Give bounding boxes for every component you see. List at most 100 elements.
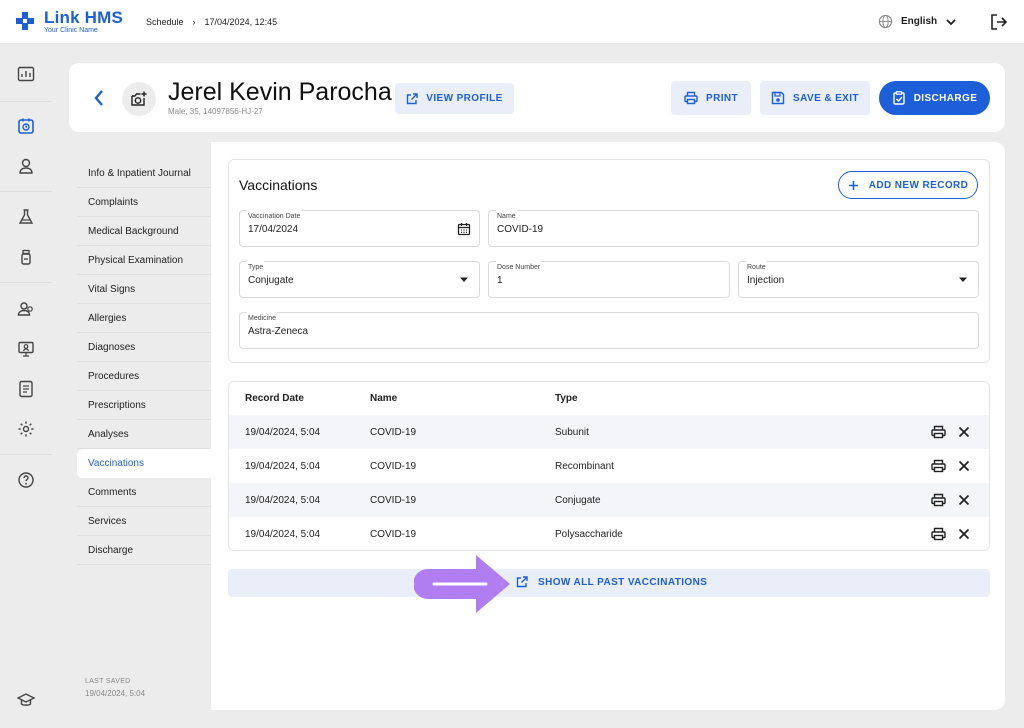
calendar-clock-icon bbox=[18, 118, 34, 134]
sidebar-item[interactable]: Info & Inpatient Journal bbox=[77, 159, 211, 188]
flask-icon bbox=[18, 209, 34, 224]
add-new-record-button[interactable]: ADD NEW RECORD bbox=[838, 171, 978, 199]
graduation-cap-icon bbox=[17, 693, 35, 706]
table-row[interactable]: 19/04/2024, 5:04 COVID-19 Subunit bbox=[229, 415, 989, 449]
rail-dashboard[interactable] bbox=[0, 59, 52, 89]
vaccination-date-field[interactable]: Vaccination Date 17/04/2024 bbox=[239, 210, 480, 247]
vaccination-date-value: 17/04/2024 bbox=[248, 224, 299, 235]
chevron-down-icon bbox=[946, 18, 956, 25]
rail-laboratory[interactable] bbox=[0, 202, 52, 232]
record-date-cell: 19/04/2024, 5:04 bbox=[245, 495, 321, 506]
type-select[interactable]: Type Conjugate bbox=[239, 261, 480, 298]
save-exit-button[interactable]: SAVE & EXIT bbox=[760, 81, 870, 115]
header-type[interactable]: Type bbox=[555, 393, 578, 404]
logout-icon[interactable] bbox=[990, 13, 1008, 31]
sidebar-item[interactable]: Diagnoses bbox=[77, 333, 211, 362]
medicine-label: Medicine bbox=[247, 312, 278, 322]
table-row[interactable]: 19/04/2024, 5:04 COVID-19 Recombinant bbox=[229, 449, 989, 483]
sidebar-item[interactable]: Allergies bbox=[77, 304, 211, 333]
delete-row-icon[interactable] bbox=[956, 526, 972, 542]
rail-reports[interactable] bbox=[0, 374, 52, 404]
logo-icon bbox=[16, 12, 34, 30]
sidebar-item[interactable]: Prescriptions bbox=[77, 391, 211, 420]
rail-pharmacy[interactable] bbox=[0, 242, 52, 272]
medicine-field[interactable]: Medicine Astra-Zeneca bbox=[239, 312, 979, 349]
section-title: Vaccinations bbox=[239, 177, 318, 193]
name-cell: COVID-19 bbox=[370, 461, 417, 472]
language-selector[interactable]: English bbox=[878, 14, 957, 29]
dashboard-icon bbox=[17, 66, 35, 82]
show-past-vaccinations-link[interactable]: SHOW ALL PAST VACCINATIONS bbox=[516, 576, 707, 588]
sidebar-item[interactable]: Vital Signs bbox=[77, 275, 211, 304]
user-icon bbox=[19, 158, 33, 174]
name-cell: COVID-19 bbox=[370, 427, 417, 438]
type-value: Conjugate bbox=[248, 275, 294, 286]
print-row-icon[interactable] bbox=[930, 492, 946, 508]
globe-icon bbox=[878, 14, 893, 29]
monitor-user-icon bbox=[18, 341, 34, 357]
show-past-vaccinations-label: SHOW ALL PAST VACCINATIONS bbox=[538, 576, 708, 588]
name-cell: COVID-19 bbox=[370, 529, 417, 540]
patient-name: Jerel Kevin Parocha bbox=[168, 78, 392, 106]
dose-number-value: 1 bbox=[497, 275, 503, 286]
view-profile-button[interactable]: VIEW PROFILE bbox=[395, 83, 514, 114]
sidebar-item[interactable]: Discharge bbox=[77, 536, 211, 565]
breadcrumb-schedule[interactable]: Schedule bbox=[146, 17, 184, 27]
name-value: COVID-19 bbox=[497, 224, 544, 235]
header-name[interactable]: Name bbox=[370, 393, 397, 404]
sidebar-item[interactable]: Medical Background bbox=[77, 217, 211, 246]
external-link-icon bbox=[516, 576, 528, 588]
sidebar-item[interactable]: Procedures bbox=[77, 362, 211, 391]
external-link-icon bbox=[407, 92, 418, 104]
app-logo[interactable]: Link HMS Your Clinic Name bbox=[16, 9, 123, 35]
calendar-icon[interactable] bbox=[457, 222, 471, 236]
sidebar-item[interactable]: Analyses bbox=[77, 420, 211, 449]
delete-row-icon[interactable] bbox=[956, 458, 972, 474]
route-label: Route bbox=[746, 261, 767, 271]
back-arrow-icon[interactable] bbox=[90, 88, 108, 108]
patient-photo[interactable] bbox=[122, 82, 156, 116]
table-row[interactable]: 19/04/2024, 5:04 COVID-19 Conjugate bbox=[229, 483, 989, 517]
sidebar-item[interactable]: Vaccinations bbox=[77, 449, 211, 478]
sidebar-item[interactable]: Physical Examination bbox=[77, 246, 211, 275]
dropdown-arrow-icon bbox=[457, 273, 471, 287]
save-exit-label: SAVE & EXIT bbox=[793, 92, 859, 104]
document-icon bbox=[19, 380, 33, 398]
help-icon bbox=[18, 472, 34, 488]
print-button[interactable]: PRINT bbox=[671, 81, 751, 115]
breadcrumb-separator: › bbox=[192, 17, 196, 27]
add-new-record-label: ADD NEW RECORD bbox=[868, 179, 969, 191]
discharge-button[interactable]: DISCHARGE bbox=[879, 81, 990, 115]
delete-row-icon[interactable] bbox=[956, 424, 972, 440]
rail-divider bbox=[0, 191, 52, 192]
sidebar-item[interactable]: Services bbox=[77, 507, 211, 536]
rail-education[interactable] bbox=[0, 685, 52, 715]
print-row-icon[interactable] bbox=[930, 458, 946, 474]
sidebar-item[interactable]: Complaints bbox=[77, 188, 211, 217]
print-row-icon[interactable] bbox=[930, 526, 946, 542]
patient-meta: Male, 35, 14097856-HJ-27 bbox=[168, 107, 263, 116]
rail-telemedicine[interactable] bbox=[0, 334, 52, 364]
delete-row-icon[interactable] bbox=[956, 492, 972, 508]
pointer-arrow-icon bbox=[414, 555, 510, 613]
type-cell: Subunit bbox=[555, 427, 589, 438]
rail-settings[interactable] bbox=[0, 414, 52, 444]
last-saved-label: LAST SAVED bbox=[85, 678, 131, 685]
table-row[interactable]: 19/04/2024, 5:04 COVID-19 Polysaccharide bbox=[229, 517, 989, 551]
header-record-date[interactable]: Record Date bbox=[245, 393, 304, 404]
language-label: English bbox=[901, 16, 938, 27]
rail-patients[interactable] bbox=[0, 151, 52, 181]
rail-divider bbox=[0, 454, 52, 455]
rail-staff[interactable] bbox=[0, 294, 52, 324]
name-field[interactable]: Name COVID-19 bbox=[488, 210, 979, 247]
type-cell: Polysaccharide bbox=[555, 529, 623, 540]
record-date-cell: 19/04/2024, 5:04 bbox=[245, 529, 321, 540]
dose-number-field[interactable]: Dose Number 1 bbox=[488, 261, 730, 298]
rail-schedule[interactable] bbox=[0, 111, 52, 141]
sidebar-item[interactable]: Comments bbox=[77, 478, 211, 507]
top-bar: Link HMS Your Clinic Name Schedule › 17/… bbox=[0, 0, 1024, 44]
rail-divider bbox=[0, 101, 52, 102]
rail-help[interactable] bbox=[0, 465, 52, 495]
print-row-icon[interactable] bbox=[930, 424, 946, 440]
route-select[interactable]: Route Injection bbox=[738, 261, 979, 298]
